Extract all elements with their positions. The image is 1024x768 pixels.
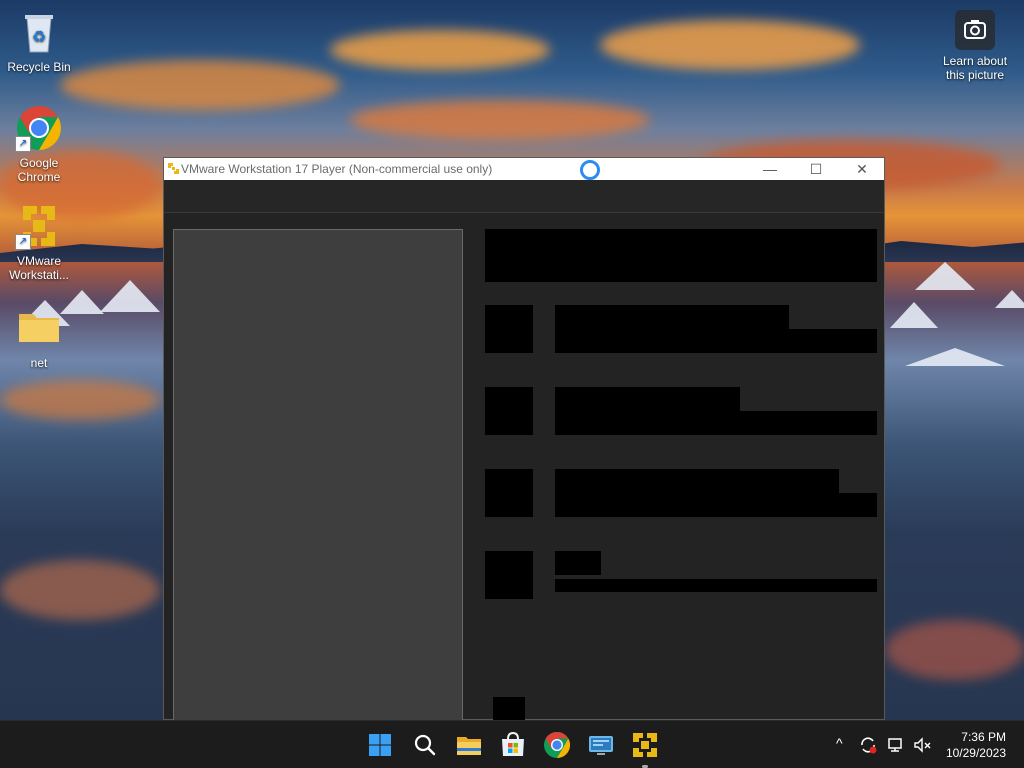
- player-toolbar: [164, 180, 884, 213]
- loading-spinner-icon: [580, 160, 600, 180]
- vmware-taskbar-button[interactable]: [629, 729, 661, 761]
- desktop-icon-recycle-bin[interactable]: ♻ Recycle Bin: [3, 8, 75, 74]
- wallpaper-cloud: [350, 100, 650, 140]
- chrome-icon: ↗: [15, 104, 63, 152]
- camera-icon: [955, 10, 995, 50]
- desktop-icon-vmware[interactable]: ↗ VMware Workstati...: [3, 202, 75, 282]
- remote-desktop-icon: [589, 736, 613, 755]
- wallpaper-cloud: [60, 60, 340, 110]
- action-icon-placeholder[interactable]: [485, 387, 533, 435]
- desktop-icon-label: VMware Workstati...: [9, 254, 69, 282]
- vmware-icon: ↗: [15, 202, 63, 250]
- clock-date: 10/29/2023: [945, 746, 1006, 760]
- vm-library-sidebar[interactable]: [173, 229, 463, 724]
- maximize-button[interactable]: ☐: [793, 158, 839, 180]
- search-icon: [414, 734, 436, 756]
- svg-text:♻: ♻: [32, 27, 46, 46]
- wallpaper-cloud: [330, 30, 550, 70]
- desktop-icon-label: net: [30, 356, 48, 370]
- window-titlebar[interactable]: VMware Workstation 17 Player (Non-commer…: [164, 158, 884, 180]
- taskbar-clock[interactable]: 7:36 PM 10/29/2023: [946, 729, 1006, 761]
- action-description-placeholder: [555, 329, 877, 353]
- taskbar: ^ 7:36 PM 10/29/2023: [0, 720, 1024, 768]
- windows-logo-icon: [369, 734, 391, 756]
- chrome-icon: [544, 731, 571, 759]
- wallpaper-reflection: [0, 560, 160, 620]
- header-banner-placeholder: [485, 229, 877, 282]
- vmware-icon: [633, 733, 657, 757]
- minimize-button[interactable]: —: [747, 158, 793, 180]
- start-button[interactable]: [364, 729, 396, 761]
- volume-muted-icon[interactable]: [912, 735, 932, 755]
- window-title: VMware Workstation 17 Player (Non-commer…: [181, 162, 493, 176]
- desktop-icon-net-folder[interactable]: net: [3, 304, 75, 370]
- shortcut-arrow-icon: ↗: [15, 234, 31, 250]
- folder-icon: [15, 304, 63, 352]
- clock-time: 7:36 PM: [961, 730, 1006, 744]
- learn-about-picture-label: Learn about this picture: [942, 54, 1008, 82]
- system-tray: ^: [834, 721, 944, 768]
- footer-placeholder: [493, 697, 525, 721]
- action-title-placeholder[interactable]: [555, 387, 740, 413]
- store-icon: [502, 731, 524, 756]
- action-title-placeholder[interactable]: [555, 305, 789, 331]
- salt-mound: [915, 262, 975, 290]
- salt-mound: [905, 348, 1005, 366]
- desktop-icon-label: Recycle Bin: [7, 60, 71, 74]
- wallpaper-cloud: [600, 20, 860, 70]
- wallpaper-reflection: [0, 380, 160, 420]
- action-description-placeholder: [555, 411, 877, 435]
- action-title-placeholder[interactable]: [555, 469, 839, 495]
- desktop-icon-label: Google Chrome: [17, 156, 61, 184]
- action-icon-placeholder[interactable]: [485, 551, 533, 599]
- salt-mound: [100, 280, 160, 312]
- learn-about-picture[interactable]: Learn about this picture: [935, 10, 1015, 82]
- action-description-placeholder: [555, 579, 877, 592]
- salt-mound: [995, 290, 1024, 308]
- salt-mound: [890, 302, 938, 328]
- remote-desktop-button[interactable]: [585, 729, 617, 761]
- file-explorer-icon: [457, 737, 481, 755]
- chrome-taskbar-button[interactable]: [541, 729, 573, 761]
- file-explorer-button[interactable]: [453, 729, 485, 761]
- action-icon-placeholder[interactable]: [485, 305, 533, 353]
- action-title-placeholder[interactable]: [555, 551, 601, 575]
- search-button[interactable]: [409, 729, 441, 761]
- show-hidden-icons-chevron-icon[interactable]: ^: [836, 735, 843, 751]
- action-icon-placeholder[interactable]: [485, 469, 533, 517]
- vmware-window: VMware Workstation 17 Player (Non-commer…: [163, 157, 885, 724]
- desktop-icon-google-chrome[interactable]: ↗ Google Chrome: [3, 104, 75, 184]
- microsoft-store-button[interactable]: [497, 729, 529, 761]
- close-button[interactable]: ✕: [839, 158, 885, 180]
- vmware-logo-icon: [168, 163, 179, 174]
- recycle-bin-icon: ♻: [15, 8, 63, 56]
- network-icon[interactable]: [886, 735, 906, 755]
- sync-icon[interactable]: [858, 735, 878, 755]
- wallpaper-reflection: [885, 620, 1024, 680]
- action-description-placeholder: [555, 493, 877, 517]
- shortcut-arrow-icon: ↗: [15, 136, 31, 152]
